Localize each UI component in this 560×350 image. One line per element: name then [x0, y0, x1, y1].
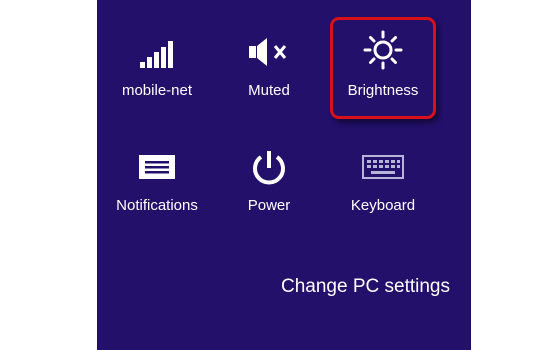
notifications-tile[interactable]: Notifications	[102, 128, 212, 214]
power-icon	[214, 148, 324, 188]
power-tile[interactable]: Power	[214, 128, 324, 214]
change-pc-settings-link[interactable]: Change PC settings	[281, 276, 450, 298]
speaker-muted-icon	[214, 32, 324, 72]
keyboard-tile[interactable]: Keyboard	[328, 128, 438, 214]
keyboard-icon	[328, 152, 438, 182]
brightness-sun-icon	[328, 30, 438, 70]
notifications-icon	[102, 152, 212, 182]
notifications-tile-label: Notifications	[116, 197, 198, 214]
volume-tile-label: Muted	[248, 82, 290, 99]
volume-tile[interactable]: Muted	[214, 12, 324, 99]
power-tile-label: Power	[247, 197, 291, 214]
network-tile[interactable]: mobile-net	[102, 12, 212, 99]
network-tile-label: mobile-net	[121, 82, 193, 99]
brightness-tile-label: Brightness	[347, 82, 419, 99]
keyboard-tile-label: Keyboard	[350, 197, 416, 214]
signal-bars-icon	[102, 35, 212, 75]
brightness-tile[interactable]: Brightness	[328, 12, 438, 99]
